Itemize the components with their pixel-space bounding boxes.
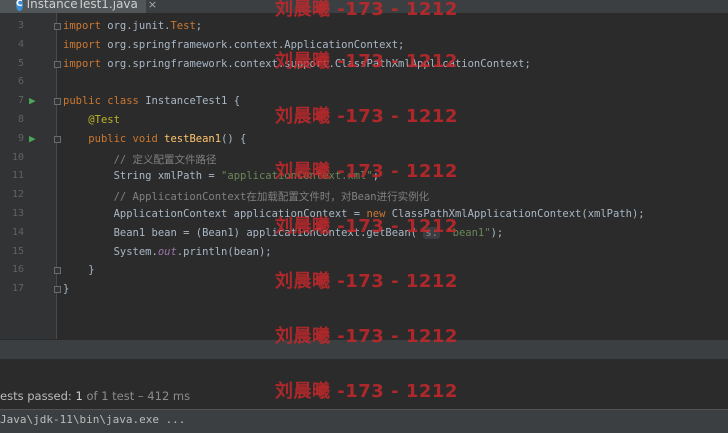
line-number: 11: [11, 170, 24, 182]
watermark: 刘晨曦 -173 - 1212: [275, 161, 458, 182]
fold-marker-icon[interactable]: [54, 286, 61, 294]
code-line: @Test: [88, 114, 120, 126]
fold-marker-icon[interactable]: [54, 60, 61, 68]
code-line: }: [63, 264, 95, 277]
watermark: 刘晨曦 -173 - 1212: [275, 381, 458, 402]
code-line: // ApplicationContext在加载配置文件时，对Bean进行实例化: [113, 191, 430, 204]
tests-duration: – 412 ms: [134, 389, 191, 403]
line-number: 6: [17, 76, 24, 88]
watermark: 刘晨曦 -173 - 1212: [275, 51, 458, 72]
fold-marker-icon[interactable]: [54, 135, 61, 143]
line-number: 9: [17, 132, 24, 144]
line-number: 13: [11, 208, 24, 219]
tests-passed-label: ests passed:: [0, 389, 76, 403]
watermark: 刘晨曦 -173 - 1212: [275, 0, 458, 20]
test-result-summary: ests passed: 1 of 1 test – 412 ms: [0, 389, 190, 403]
line-number: 15: [11, 245, 24, 257]
watermark: 刘晨曦 -173 - 1212: [275, 106, 458, 127]
fold-marker-icon[interactable]: [54, 98, 61, 106]
code-line: // 定义配置文件路径: [113, 153, 217, 166]
watermark: 刘晨曦 -173 - 1212: [275, 216, 458, 237]
run-test-icon[interactable]: ▶: [29, 132, 36, 145]
code-line: public void testBean1() {: [88, 132, 247, 145]
line-number: 5: [17, 57, 24, 69]
line-number: 16: [11, 264, 24, 276]
line-number: 17: [11, 283, 24, 295]
code-line: System.out.println(bean);: [63, 245, 272, 258]
tests-total: of 1 test: [82, 389, 135, 403]
fold-marker-icon[interactable]: [54, 267, 61, 275]
line-number: 4: [17, 38, 24, 50]
java-class-icon: C: [16, 0, 23, 11]
line-number: 14: [11, 226, 24, 238]
editor-tab-instance-test1[interactable]: C InstanceTest1.java ×: [0, 0, 157, 13]
fold-marker-icon[interactable]: [54, 23, 61, 30]
code-line: import org.junit.Test;: [63, 20, 203, 32]
code-line: public class InstanceTest1 {: [63, 95, 241, 108]
line-number: 10: [11, 151, 24, 163]
watermark: 刘晨曦 -173 - 1212: [275, 271, 458, 292]
close-icon[interactable]: ×: [148, 0, 157, 11]
code-line: }: [63, 283, 70, 296]
run-command: Java\jdk-11\bin\java.exe ...: [0, 413, 186, 426]
line-number: 12: [11, 189, 24, 201]
run-test-icon[interactable]: ▶: [29, 94, 36, 107]
line-number: 8: [17, 114, 24, 125]
tests-passed-count: 1: [75, 389, 83, 403]
watermark: 刘晨曦 -173 - 1212: [275, 326, 458, 347]
line-number: 3: [17, 20, 24, 31]
line-number: 7: [17, 95, 24, 107]
tab-label: InstanceTest1.java: [26, 0, 138, 11]
